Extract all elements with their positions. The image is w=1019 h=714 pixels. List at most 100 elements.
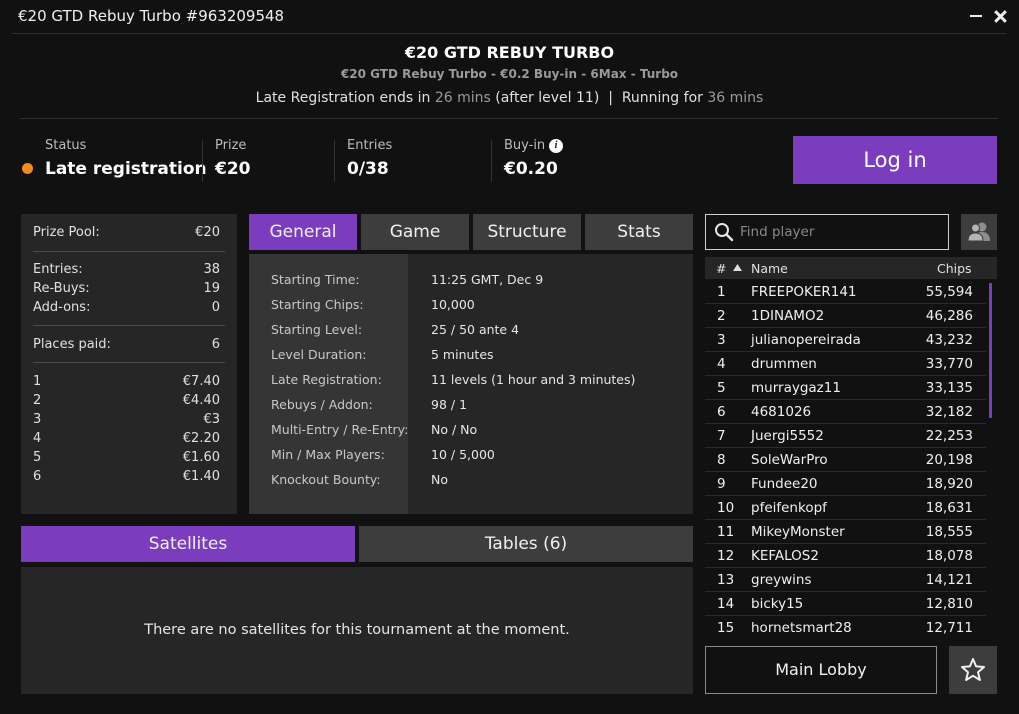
player-name: drummen bbox=[751, 356, 817, 372]
minimize-icon[interactable] bbox=[970, 15, 982, 17]
payout-row: 6 €1.40 bbox=[33, 469, 220, 484]
info-value: No / No bbox=[431, 422, 478, 437]
player-name: greywins bbox=[751, 572, 812, 588]
buyin-value: €0.20 bbox=[504, 159, 558, 179]
player-chips: 55,594 bbox=[925, 284, 973, 300]
payout-row: 4 €2.20 bbox=[33, 431, 220, 446]
tab-stats[interactable]: Stats bbox=[585, 214, 693, 250]
player-row[interactable]: 2 1DINAMO2 46,286 bbox=[705, 304, 986, 328]
entries-value: 38 bbox=[203, 262, 220, 277]
friends-button[interactable] bbox=[961, 214, 997, 250]
empty-satellites-message: There are no satellites for this tournam… bbox=[144, 622, 570, 638]
player-name: KEFALOS2 bbox=[751, 548, 819, 564]
entries-row: Entries: 38 bbox=[33, 262, 220, 277]
player-name: Fundee20 bbox=[751, 476, 818, 492]
rebuys-value: 19 bbox=[203, 281, 220, 296]
payout-row: 2 €4.40 bbox=[33, 393, 220, 408]
payout-row: 3 €3 bbox=[33, 412, 220, 427]
column-chips[interactable]: Chips bbox=[937, 261, 972, 276]
player-row[interactable]: 3 julianopereirada 43,232 bbox=[705, 328, 986, 352]
favorite-button[interactable] bbox=[949, 646, 997, 694]
login-button[interactable]: Log in bbox=[793, 136, 997, 184]
player-row[interactable]: 9 Fundee20 18,920 bbox=[705, 472, 986, 496]
status-value: Late registration bbox=[45, 159, 207, 179]
player-row[interactable]: 11 MikeyMonster 18,555 bbox=[705, 520, 986, 544]
player-row[interactable]: 13 greywins 14,121 bbox=[705, 568, 986, 592]
info-value: 10,000 bbox=[431, 297, 475, 312]
player-chips: 33,135 bbox=[925, 380, 973, 396]
player-rank: 7 bbox=[717, 428, 726, 444]
player-row[interactable]: 12 KEFALOS2 18,078 bbox=[705, 544, 986, 568]
payout-amount: €2.20 bbox=[182, 431, 220, 446]
search-icon bbox=[715, 223, 734, 242]
info-value: 98 / 1 bbox=[431, 397, 468, 412]
player-row[interactable]: 8 SoleWarPro 20,198 bbox=[705, 448, 986, 472]
player-name: pfeifenkopf bbox=[751, 500, 827, 516]
player-list-scrollbar[interactable] bbox=[989, 283, 992, 418]
player-chips: 14,121 bbox=[925, 572, 973, 588]
player-rank: 2 bbox=[717, 308, 726, 324]
tab-game[interactable]: Game bbox=[361, 214, 469, 250]
player-row[interactable]: 1 FREEPOKER141 55,594 bbox=[705, 280, 986, 304]
main-lobby-button[interactable]: Main Lobby bbox=[705, 646, 937, 694]
divider bbox=[33, 325, 225, 326]
player-rank: 14 bbox=[717, 596, 735, 612]
column-name[interactable]: Name bbox=[751, 261, 788, 276]
info-value: 11 levels (1 hour and 3 minutes) bbox=[431, 372, 636, 387]
entries-value: 0/38 bbox=[347, 159, 389, 179]
info-label: Late Registration: bbox=[271, 372, 382, 387]
player-row[interactable]: 7 Juergi5552 22,253 bbox=[705, 424, 986, 448]
info-icon[interactable]: i bbox=[549, 139, 563, 153]
info-label: Level Duration: bbox=[271, 347, 367, 362]
prize-pool-value: €20 bbox=[195, 225, 220, 240]
info-label: Min / Max Players: bbox=[271, 447, 385, 462]
addons-value: 0 bbox=[211, 300, 220, 315]
payout-place: 2 bbox=[33, 393, 42, 408]
payout-place: 5 bbox=[33, 450, 42, 465]
late-reg-suffix: (after level 11) bbox=[495, 90, 600, 106]
player-name: 4681026 bbox=[751, 404, 812, 420]
running-prefix: Running for bbox=[621, 90, 703, 106]
window-title: €20 GTD Rebuy Turbo #963209548 bbox=[18, 7, 285, 25]
player-rank: 9 bbox=[717, 476, 726, 492]
column-rank[interactable]: # bbox=[716, 261, 726, 276]
payout-row: 1 €7.40 bbox=[33, 374, 220, 389]
player-row[interactable]: 6 4681026 32,182 bbox=[705, 400, 986, 424]
player-row[interactable]: 5 murraygaz11 33,135 bbox=[705, 376, 986, 400]
close-icon[interactable] bbox=[990, 4, 1012, 28]
tournament-subtitle: €20 GTD Rebuy Turbo - €0.2 Buy-in - 6Max… bbox=[340, 67, 679, 81]
stat-separator bbox=[202, 140, 203, 182]
tab-satellites[interactable]: Satellites bbox=[21, 526, 355, 562]
player-row[interactable]: 14 bicky15 12,810 bbox=[705, 592, 986, 616]
prize-value: €20 bbox=[215, 159, 251, 179]
tab-structure[interactable]: Structure bbox=[473, 214, 581, 250]
player-name: Juergi5552 bbox=[751, 428, 824, 444]
prize-label: Prize bbox=[215, 138, 247, 153]
info-value: 25 / 50 ante 4 bbox=[431, 322, 520, 337]
player-name: MikeyMonster bbox=[751, 524, 845, 540]
player-rank: 1 bbox=[717, 284, 726, 300]
player-row[interactable]: 10 pfeifenkopf 18,631 bbox=[705, 496, 986, 520]
player-chips: 12,810 bbox=[925, 596, 973, 612]
player-rank: 10 bbox=[717, 500, 735, 516]
player-chips: 32,182 bbox=[925, 404, 973, 420]
info-label: Starting Time: bbox=[271, 272, 360, 287]
places-paid-row: Places paid: 6 bbox=[33, 337, 220, 352]
find-player-input[interactable] bbox=[740, 220, 940, 244]
payout-amount: €3 bbox=[203, 412, 220, 427]
player-row[interactable]: 15 hornetsmart28 12,711 bbox=[705, 616, 986, 640]
rebuys-row: Re-Buys: 19 bbox=[33, 281, 220, 296]
tab-tables[interactable]: Tables (6) bbox=[359, 526, 693, 562]
player-name: SoleWarPro bbox=[751, 452, 828, 468]
divider bbox=[20, 118, 998, 119]
player-row[interactable]: 4 drummen 33,770 bbox=[705, 352, 986, 376]
payout-amount: €1.40 bbox=[182, 469, 220, 484]
tab-general[interactable]: General bbox=[249, 214, 357, 250]
player-rank: 8 bbox=[717, 452, 726, 468]
player-list: 1 FREEPOKER141 55,594 2 1DINAMO2 46,286 … bbox=[705, 280, 997, 640]
late-reg-prefix: Late Registration ends in bbox=[255, 90, 431, 106]
payout-amount: €1.60 bbox=[182, 450, 220, 465]
stat-separator bbox=[491, 140, 492, 182]
prize-pool-row: Prize Pool: €20 bbox=[33, 225, 220, 240]
divider bbox=[33, 362, 225, 363]
